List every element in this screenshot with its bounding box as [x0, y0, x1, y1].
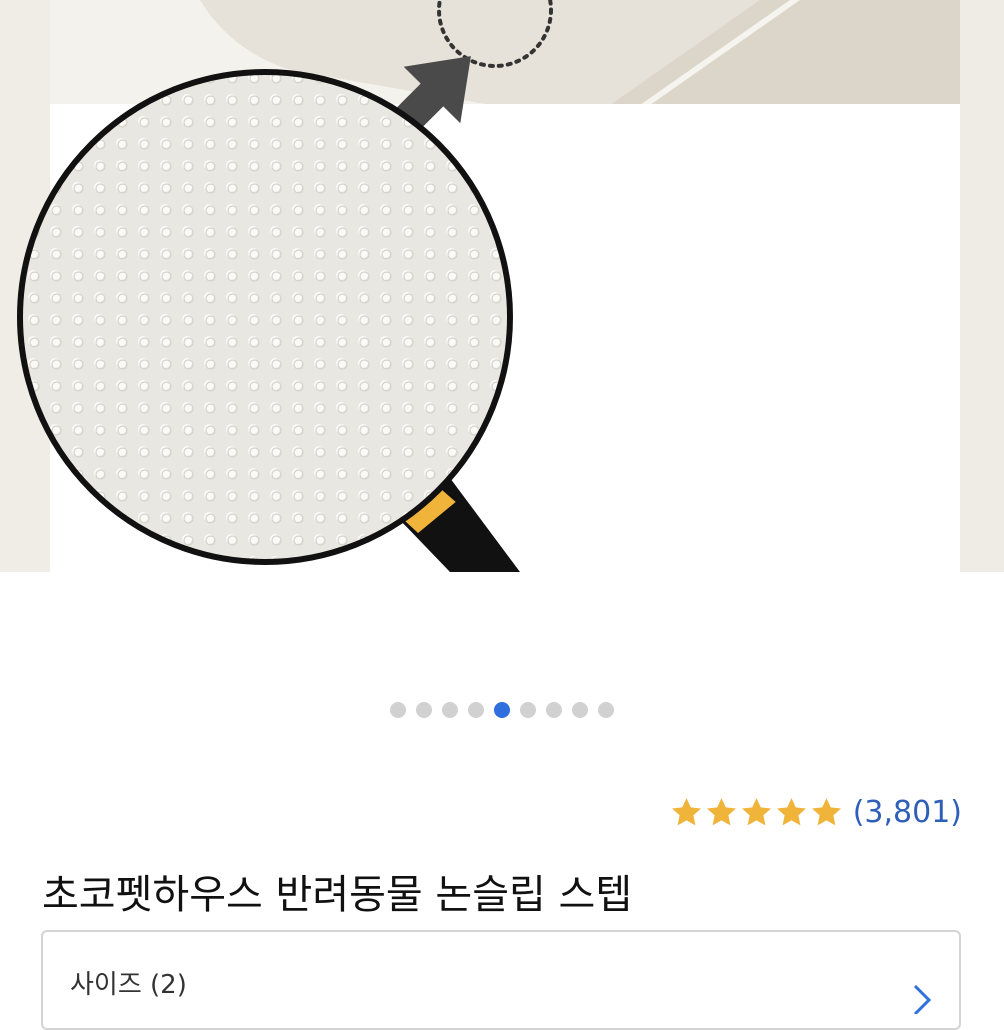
pagination-dot[interactable] [442, 702, 458, 718]
product-image [0, 0, 1004, 572]
star-icon [671, 797, 701, 825]
pagination-dot[interactable] [572, 702, 588, 718]
size-option-label: 사이즈 (2) [70, 970, 187, 1000]
star-icon [811, 797, 841, 825]
pagination-dot[interactable] [468, 702, 484, 718]
pagination-dot-active[interactable] [494, 702, 510, 718]
chevron-right-icon[interactable] [907, 984, 937, 1014]
star-rating [670, 796, 843, 829]
size-option-selector[interactable]: 사이즈 (2) [41, 930, 961, 1030]
star-icon [741, 797, 771, 825]
review-count[interactable]: (3,801) [853, 795, 962, 830]
product-image-gallery[interactable] [0, 0, 1004, 572]
pagination-dot[interactable] [520, 702, 536, 718]
rating[interactable]: (3,801) [670, 792, 962, 832]
pagination-dot[interactable] [546, 702, 562, 718]
pagination-dot[interactable] [390, 702, 406, 718]
pagination-dot[interactable] [598, 702, 614, 718]
gallery-pagination[interactable] [0, 702, 1004, 718]
pagination-dot[interactable] [416, 702, 432, 718]
product-title: 초코펫하우스 반려동물 논슬립 스텝 [42, 872, 633, 918]
star-icon [776, 797, 806, 825]
star-icon [706, 797, 736, 825]
